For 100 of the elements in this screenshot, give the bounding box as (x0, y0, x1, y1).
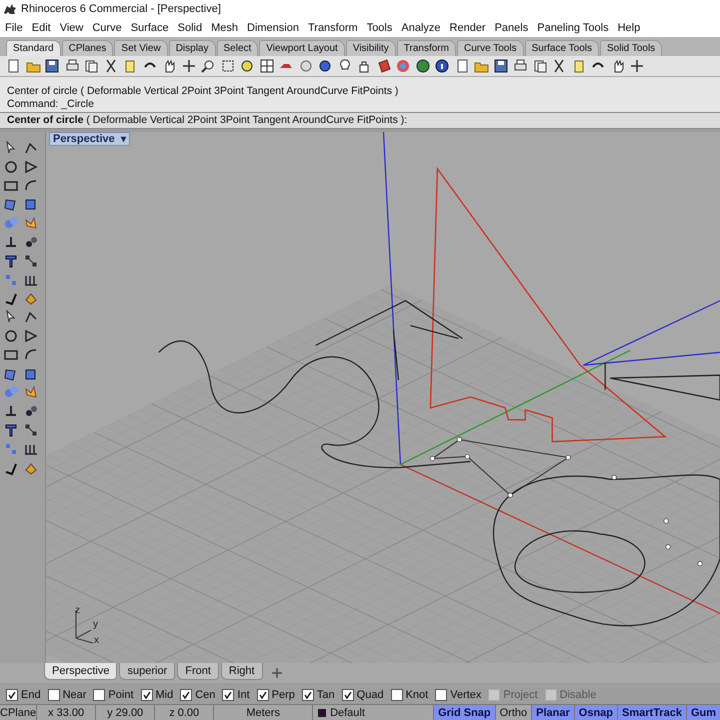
dropdown-arrow[interactable]: ▾ (120, 133, 126, 145)
viewport-tab[interactable]: Front (177, 663, 219, 680)
checkbox[interactable] (140, 688, 152, 700)
checkbox[interactable] (435, 688, 448, 700)
toolbar-tab[interactable]: Standard (6, 40, 61, 56)
toolbar-icon[interactable] (376, 58, 392, 74)
checkbox[interactable] (390, 688, 403, 700)
osnap-label: Cen (195, 688, 216, 700)
control-point[interactable] (566, 455, 571, 460)
menu-item[interactable]: Analyze (401, 22, 441, 34)
toolbar-icon[interactable] (83, 58, 99, 74)
menu-item[interactable]: Tools (366, 22, 392, 34)
tool-icon[interactable] (23, 328, 39, 344)
control-point[interactable] (664, 518, 669, 524)
menu-item[interactable]: Paneling Tools (537, 22, 609, 34)
control-point[interactable] (508, 492, 513, 498)
toolbar-tab[interactable]: Set View (114, 40, 168, 56)
osnap-label: Near (62, 688, 86, 700)
coordinate-field: z 0.00 (155, 705, 214, 720)
toolbar-icon[interactable] (532, 58, 548, 74)
osnap-label: Perp (272, 688, 295, 700)
osnap-label: Point (108, 688, 134, 700)
viewport-tab[interactable]: Right (220, 663, 263, 680)
tool-icon[interactable] (23, 158, 39, 175)
menu-item[interactable]: Edit (32, 22, 51, 34)
checkbox[interactable] (93, 688, 106, 700)
toolbar-icon[interactable] (239, 58, 255, 74)
toolbar-tab[interactable]: Viewport Layout (259, 40, 345, 56)
checkbox[interactable] (180, 688, 192, 700)
status-toggle[interactable]: Osnap (574, 705, 618, 720)
coordinate-field: y 29.00 (96, 705, 156, 720)
checkbox[interactable] (256, 688, 269, 700)
toolbar-tab[interactable]: Display (168, 40, 216, 56)
menu-item[interactable]: Curve (92, 22, 122, 34)
toolbar-icon[interactable] (317, 58, 333, 74)
toolbar-icon[interactable] (180, 58, 196, 74)
status-toggle[interactable]: Grid Snap (433, 705, 495, 720)
tool-icon[interactable] (3, 158, 19, 175)
menu-item[interactable]: Render (450, 22, 486, 34)
status-toggle[interactable]: SmartTrack (617, 705, 686, 720)
menu-item[interactable]: Mesh (211, 22, 238, 34)
menu-item[interactable]: Transform (308, 22, 358, 34)
osnap-label: Tan (316, 688, 335, 700)
status-toggle[interactable]: Planar (531, 705, 574, 720)
toolbar-tab[interactable]: Solid Tools (600, 40, 662, 56)
tool-icon[interactable] (3, 328, 19, 344)
menu-item[interactable]: Dimension (247, 22, 299, 34)
osnap-label: Vertex (450, 688, 482, 700)
checkbox[interactable] (222, 688, 234, 700)
control-point[interactable] (464, 454, 470, 460)
viewport-tab[interactable]: superior (119, 663, 176, 680)
axis-label: x (94, 636, 99, 646)
toolbar-icon[interactable] (258, 58, 274, 74)
toolbar-tab[interactable]: Visibility (346, 40, 396, 56)
status-field: CPlane (0, 705, 38, 720)
toolbar-tab[interactable]: CPlanes (62, 40, 114, 56)
viewport-tab[interactable]: Perspective (44, 663, 118, 680)
osnap-label: End (21, 688, 41, 700)
control-point[interactable] (430, 456, 435, 462)
status-toggle[interactable]: Gum (686, 705, 720, 720)
layer-name[interactable]: Default (330, 706, 365, 718)
tool-icon[interactable] (23, 140, 39, 156)
viewport-name: Perspective (53, 133, 115, 145)
axis-label: y (93, 620, 98, 630)
viewport-title[interactable]: Perspective ▾ (49, 132, 130, 146)
control-point[interactable] (456, 437, 462, 442)
menu-item[interactable]: Solid (178, 22, 202, 34)
toolbar-icon[interactable] (629, 58, 645, 74)
osnap-label: Knot (406, 688, 428, 700)
osnap-label: Mid (156, 688, 174, 700)
osnap-label: Project (503, 688, 538, 700)
checkbox[interactable] (302, 688, 314, 700)
toolbar-icon[interactable] (220, 58, 236, 74)
checkbox[interactable] (6, 688, 18, 700)
tool-icon[interactable] (3, 422, 19, 438)
menu-item[interactable]: Help (618, 22, 640, 34)
units-field: Meters (214, 705, 314, 720)
menu-item[interactable]: Panels (494, 22, 528, 34)
toolbar-tab[interactable]: Curve Tools (456, 40, 524, 56)
toolbar-icon[interactable] (492, 58, 508, 74)
toolbar-tab[interactable]: Transform (396, 40, 456, 56)
menu-item[interactable]: View (60, 22, 84, 34)
toolbar-tab[interactable]: Surface Tools (524, 40, 599, 56)
menu-item[interactable]: Surface (130, 22, 169, 34)
checkbox[interactable] (48, 688, 60, 700)
toolbar-icon[interactable] (200, 58, 216, 74)
command-history-line: Command: _Circle (7, 98, 95, 111)
command-prompt[interactable]: Center of circle ( Deformable Vertical 2Point 3Point Tangent AroundCurve FitPoints ): (0, 112, 720, 129)
control-point[interactable] (698, 561, 703, 566)
add-icon[interactable] (270, 667, 283, 679)
osnap-label: Disable (560, 688, 596, 700)
toolbar-icon[interactable] (414, 58, 430, 74)
toolbar-icon[interactable] (434, 58, 450, 74)
toolbar-icon[interactable] (44, 58, 60, 74)
control-point[interactable] (612, 474, 617, 480)
control-point[interactable] (666, 544, 671, 550)
toolbar-tab[interactable]: Select (216, 40, 258, 56)
tool-icon[interactable] (3, 252, 19, 269)
menu-item[interactable]: File (5, 22, 23, 34)
checkbox[interactable] (342, 688, 354, 700)
